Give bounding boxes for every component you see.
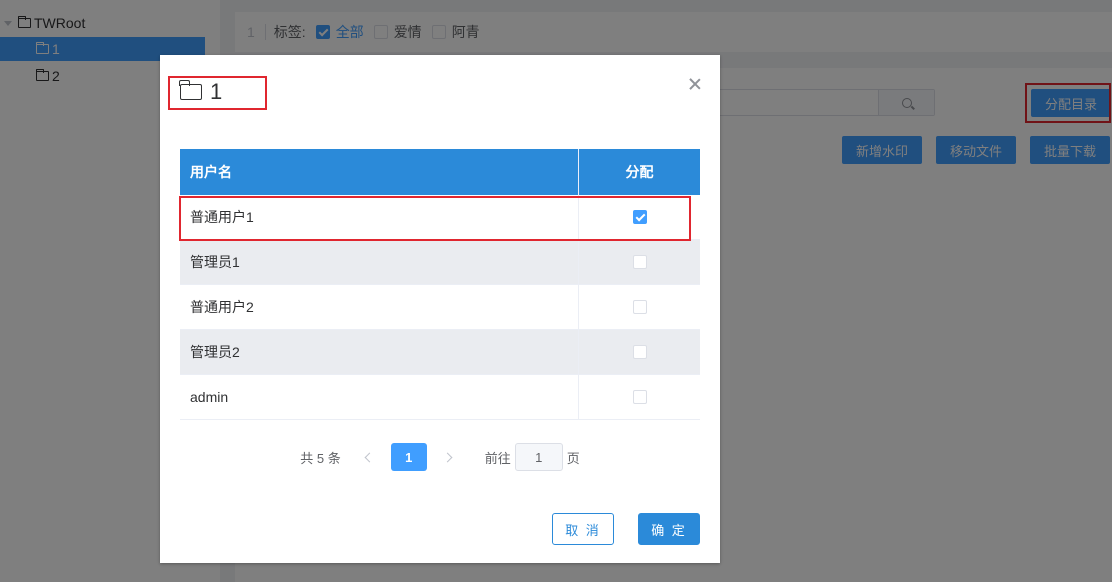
goto-label: 前往: [484, 450, 511, 466]
pagination: 共 5 条 1 前往 1 页: [160, 443, 720, 471]
username-cell: 管理员1: [180, 240, 579, 284]
page-suffix: 页: [566, 450, 580, 466]
cancel-button[interactable]: 取 消: [552, 513, 614, 545]
confirm-button[interactable]: 确 定: [638, 513, 700, 545]
assign-checkbox[interactable]: [632, 255, 647, 269]
username-cell: 普通用户2: [180, 285, 579, 329]
username-cell: 管理员2: [180, 330, 579, 374]
assign-checkbox[interactable]: [632, 390, 647, 404]
table-header: 用户名 分配: [180, 149, 700, 195]
assign-checkbox[interactable]: [632, 300, 647, 314]
chevron-left-icon[interactable]: [355, 443, 385, 471]
close-icon[interactable]: [688, 77, 702, 91]
column-header-assign: 分配: [625, 164, 654, 180]
column-header-username: 用户名: [180, 149, 579, 195]
table-row: admin: [180, 375, 700, 420]
page-number-button[interactable]: 1: [390, 443, 427, 471]
table-row: 管理员1: [180, 240, 700, 285]
pagination-total: 共 5 条: [300, 450, 341, 466]
assign-checkbox[interactable]: [632, 345, 647, 359]
user-table: 用户名 分配 普通用户1 管理员1 普通用户2 管理员2 admin: [180, 149, 700, 420]
highlight-box: [168, 76, 267, 110]
username-cell: admin: [180, 375, 579, 419]
chevron-right-icon[interactable]: [433, 443, 463, 471]
goto-page-input[interactable]: 1: [514, 443, 563, 471]
table-row: 普通用户2: [180, 285, 700, 330]
highlight-box: [179, 196, 691, 241]
table-row: 管理员2: [180, 330, 700, 375]
assign-dialog: 1 用户名 分配 普通用户1 管理员1 普通用户2 管理员2 admin 共 5…: [160, 55, 720, 563]
